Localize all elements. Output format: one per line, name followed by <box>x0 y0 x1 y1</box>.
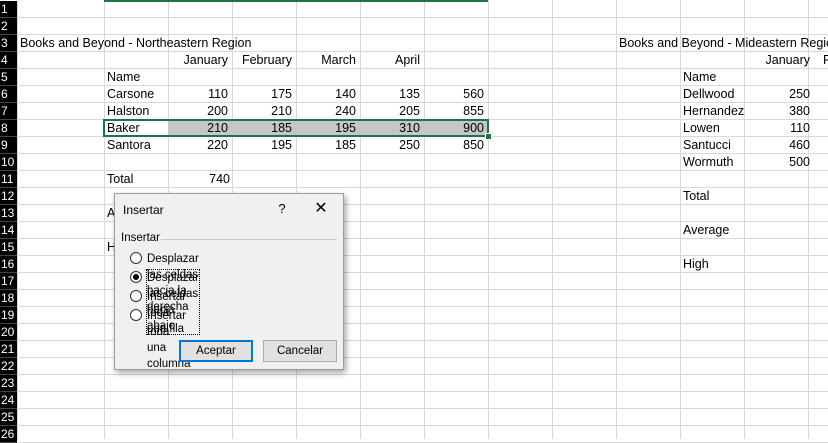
name-header[interactable]: Name <box>107 69 140 86</box>
group-divider <box>161 239 337 240</box>
region-title-northeastern[interactable]: Books and Beyond - Northeastern Region <box>20 35 251 52</box>
month-header[interactable]: February <box>232 52 292 69</box>
row-header[interactable]: 11 <box>0 171 17 188</box>
ok-button[interactable]: Aceptar <box>179 340 253 362</box>
row-header[interactable]: 1 <box>0 1 17 18</box>
radio-shift-right[interactable] <box>130 252 142 264</box>
radio-entire-row[interactable] <box>130 290 142 302</box>
region-title-mideastern[interactable]: Books and Beyond - Mideastern Region <box>619 35 828 52</box>
row-header[interactable]: 9 <box>0 137 17 154</box>
help-button[interactable]: ? <box>273 200 291 218</box>
fill-handle[interactable] <box>485 133 492 140</box>
month-header[interactable]: March <box>296 52 356 69</box>
row-header[interactable]: 4 <box>0 52 17 69</box>
value-cell[interactable]: 110 <box>744 120 810 137</box>
row-header[interactable]: 3 <box>0 35 17 52</box>
month-header-partial[interactable]: F <box>823 52 828 69</box>
month-header[interactable]: April <box>360 52 420 69</box>
value-cell[interactable]: 855 <box>360 103 484 120</box>
value-cell[interactable]: 250 <box>744 86 810 103</box>
name-cell[interactable]: Dellwood <box>683 86 734 103</box>
value-cell[interactable]: 460 <box>744 137 810 154</box>
value-cell[interactable]: 380 <box>744 103 810 120</box>
high-label[interactable]: High <box>683 256 709 273</box>
total-label[interactable]: Total <box>683 188 709 205</box>
grid-row-line <box>17 408 828 409</box>
row-header[interactable]: 13 <box>0 205 17 222</box>
radio-shift-down[interactable] <box>130 271 142 283</box>
row-header[interactable]: 5 <box>0 69 17 86</box>
value-cell[interactable]: 500 <box>744 154 810 171</box>
month-header[interactable]: January <box>168 52 228 69</box>
row-header[interactable]: 10 <box>0 154 17 171</box>
radio-entire-column[interactable] <box>130 309 142 321</box>
row-header[interactable]: 6 <box>0 86 17 103</box>
row-header[interactable]: 12 <box>0 188 17 205</box>
row-header[interactable]: 22 <box>0 358 17 375</box>
grid-row-line <box>17 425 828 426</box>
name-cell[interactable]: Lowen <box>683 120 720 137</box>
grid-row-line <box>17 17 828 18</box>
selection-column-indicator <box>104 0 488 2</box>
insert-dialog: Insertar ? ✕ Insertar Desplazar las celd… <box>114 193 344 370</box>
value-cell[interactable]: 850 <box>360 137 484 154</box>
row-header[interactable]: 25 <box>0 409 17 426</box>
name-cell[interactable]: Hernandez <box>683 103 744 120</box>
value-cell[interactable]: 560 <box>360 86 484 103</box>
name-cell[interactable]: Wormuth <box>683 154 733 171</box>
grid-row-line <box>17 391 828 392</box>
month-header[interactable]: January <box>744 52 810 69</box>
close-button[interactable]: ✕ <box>311 199 331 219</box>
row-header[interactable]: 16 <box>0 256 17 273</box>
name-cell[interactable]: Santucci <box>683 137 731 154</box>
dialog-title: Insertar <box>123 203 164 217</box>
row-header[interactable]: 24 <box>0 392 17 409</box>
name-header[interactable]: Name <box>683 69 716 86</box>
row-header[interactable]: 23 <box>0 375 17 392</box>
cancel-button[interactable]: Cancelar <box>263 340 337 362</box>
row-header[interactable]: 17 <box>0 273 17 290</box>
row-header[interactable]: 26 <box>0 426 17 443</box>
row-header[interactable]: 18 <box>0 290 17 307</box>
row-header[interactable]: 2 <box>0 18 17 35</box>
grid-row-line <box>17 374 828 375</box>
row-header[interactable]: 15 <box>0 239 17 256</box>
row-header[interactable]: 19 <box>0 307 17 324</box>
row-header[interactable]: 21 <box>0 341 17 358</box>
value-cell[interactable]: 900 <box>360 120 484 137</box>
row-header[interactable]: 7 <box>0 103 17 120</box>
insert-group-label: Insertar <box>121 232 160 244</box>
row-header[interactable]: 20 <box>0 324 17 341</box>
row-header[interactable]: 14 <box>0 222 17 239</box>
total-value[interactable]: 740 <box>104 171 230 188</box>
average-label[interactable]: Average <box>683 222 729 239</box>
row-header[interactable]: 8 <box>0 120 17 137</box>
